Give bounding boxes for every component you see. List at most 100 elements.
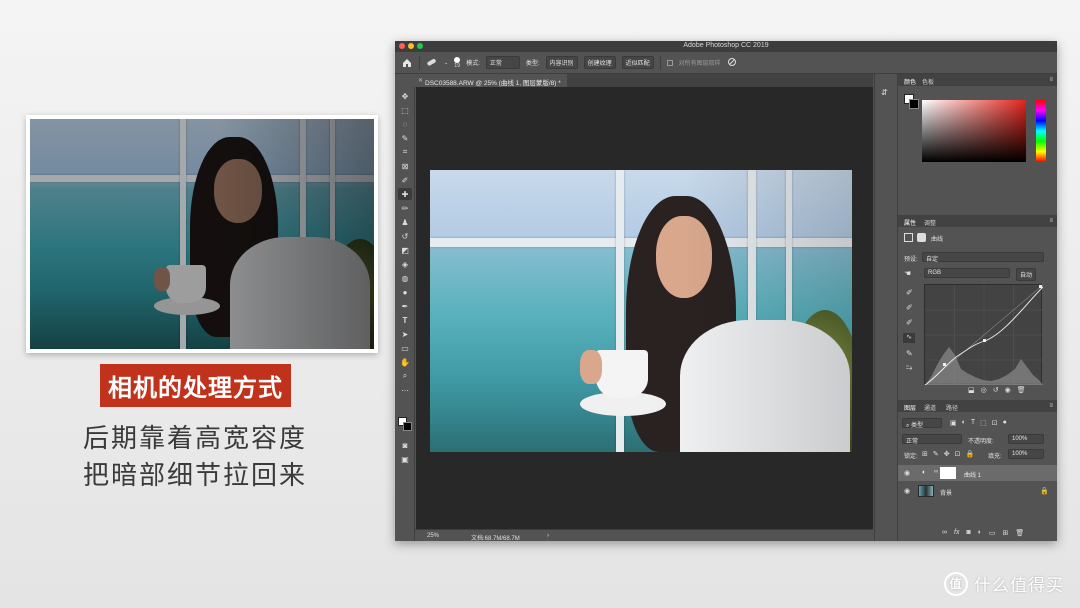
tab-layers[interactable]: 图层: [904, 403, 916, 412]
mode-select[interactable]: 正常: [485, 56, 520, 69]
filter-toggle-icon[interactable]: ●: [1003, 419, 1007, 427]
type-tool-icon[interactable]: T: [398, 314, 412, 326]
pressure-size-icon[interactable]: [727, 57, 737, 69]
panel-menu-icon[interactable]: ≡: [1049, 403, 1053, 409]
draw-curve-icon[interactable]: ✎: [906, 349, 913, 358]
delete-adjustment-icon[interactable]: 🗑: [1017, 386, 1026, 394]
zoom-level[interactable]: 25%: [427, 533, 439, 539]
filter-type-icon[interactable]: T: [971, 419, 975, 427]
healing-brush-tool-icon[interactable]: ✚: [398, 188, 412, 200]
edited-photo-canvas[interactable]: [430, 170, 852, 452]
pen-tool-icon[interactable]: ✒: [398, 300, 412, 312]
document-tab[interactable]: ✕ DSC03588.ARW @ 25% (曲线 1, 图层蒙版/8) *: [415, 74, 567, 87]
lock-artboard-icon[interactable]: ⊡: [955, 450, 961, 458]
tab-paths[interactable]: 路径: [946, 403, 958, 412]
tab-adjustments[interactable]: 调整: [924, 218, 936, 227]
layer-row[interactable]: ◉ ◐ ∞ 曲线 1: [898, 465, 1057, 481]
curves-graph[interactable]: [924, 284, 1044, 386]
proximity-match-button[interactable]: 近似匹配: [621, 56, 654, 69]
filter-shape-icon[interactable]: ⬚: [980, 419, 987, 427]
create-texture-button[interactable]: 创建纹理: [583, 56, 616, 69]
quick-selection-tool-icon[interactable]: ✎: [398, 132, 412, 144]
tab-swatches[interactable]: 色板: [922, 77, 934, 86]
lock-image-icon[interactable]: ✎: [933, 450, 939, 458]
fill-input[interactable]: 100%: [1008, 449, 1044, 459]
more-tools-icon[interactable]: ⋯: [398, 384, 412, 396]
frame-tool-icon[interactable]: ⊠: [398, 160, 412, 172]
mask-icon[interactable]: [917, 233, 926, 242]
hand-tool-icon[interactable]: ✋: [398, 356, 412, 368]
history-panel-icon[interactable]: ⇵: [881, 88, 888, 97]
move-tool-icon[interactable]: ✥: [398, 90, 412, 102]
auto-button[interactable]: 自动: [1016, 268, 1037, 281]
on-image-adjust-icon[interactable]: ☚: [904, 269, 911, 278]
dodge-tool-icon[interactable]: ●: [398, 286, 412, 298]
delete-layer-icon[interactable]: 🗑: [1015, 529, 1024, 537]
edit-points-icon[interactable]: ∿: [903, 333, 915, 343]
new-layer-icon[interactable]: ⊞: [1003, 529, 1009, 537]
rectangle-tool-icon[interactable]: ▭: [398, 342, 412, 354]
home-icon[interactable]: [401, 57, 413, 69]
visibility-icon[interactable]: ◉: [1005, 386, 1011, 394]
filter-adjustment-icon[interactable]: ◐: [962, 419, 966, 427]
eraser-tool-icon[interactable]: ◩: [398, 244, 412, 256]
preset-select[interactable]: 自定: [922, 252, 1044, 263]
tab-properties[interactable]: 属性: [904, 218, 916, 227]
panel-menu-icon[interactable]: ≡: [1049, 218, 1053, 224]
history-brush-tool-icon[interactable]: ↺: [398, 230, 412, 242]
sample-all-layers-checkbox[interactable]: [666, 59, 673, 66]
status-menu-arrow-icon[interactable]: ›: [547, 533, 549, 539]
filter-smart-object-icon[interactable]: ⊡: [992, 419, 998, 427]
lasso-tool-icon[interactable]: ◌: [398, 118, 412, 130]
close-tab-icon[interactable]: ✕: [418, 77, 423, 84]
canvas-area[interactable]: [416, 87, 873, 529]
view-previous-state-icon[interactable]: ◎: [981, 386, 987, 394]
eyedropper-tool-icon[interactable]: ✐: [398, 174, 412, 186]
channel-select[interactable]: RGB: [924, 268, 1010, 278]
color-picker-field[interactable]: [922, 100, 1026, 162]
content-aware-button[interactable]: 内容识别: [545, 56, 578, 69]
zoom-tool-icon[interactable]: ⌕: [398, 370, 412, 382]
marquee-tool-icon[interactable]: ⬚: [398, 104, 412, 116]
crop-tool-icon[interactable]: ⌗: [398, 146, 412, 158]
tab-color[interactable]: 颜色: [904, 77, 916, 86]
clip-to-layer-icon[interactable]: ⬓: [968, 386, 975, 394]
sample-gray-point-icon[interactable]: ✐: [906, 303, 913, 312]
new-adjustment-icon[interactable]: ◐: [978, 529, 982, 537]
brush-tool-icon[interactable]: ✏: [398, 202, 412, 214]
background-color-swatch[interactable]: [403, 422, 412, 431]
new-group-icon[interactable]: ▭: [989, 529, 996, 537]
sample-white-point-icon[interactable]: ✐: [906, 318, 913, 327]
screen-mode-icon[interactable]: ▣: [398, 453, 412, 465]
quick-mask-icon[interactable]: ◙: [398, 439, 412, 451]
paint-bucket-tool-icon[interactable]: ◈: [398, 258, 412, 270]
hue-slider[interactable]: [1036, 100, 1046, 162]
chain-link-icon[interactable]: ∞: [934, 469, 938, 475]
layer-filter-select[interactable]: ⌕ 类型: [902, 418, 942, 429]
spot-healing-brush-icon[interactable]: [426, 57, 438, 69]
bg-color-chip[interactable]: [909, 99, 919, 109]
add-mask-icon[interactable]: ◙: [966, 529, 970, 537]
reset-icon[interactable]: ↺: [993, 386, 999, 394]
eye-icon[interactable]: ◉: [904, 469, 910, 477]
lock-all-icon[interactable]: 🔒: [966, 450, 975, 458]
eye-icon[interactable]: ◉: [904, 487, 910, 495]
brush-preset-picker[interactable]: 19: [454, 56, 461, 69]
layer-mask-thumbnail[interactable]: [940, 467, 956, 479]
blend-mode-select[interactable]: 正常: [902, 434, 962, 445]
opacity-input[interactable]: 100%: [1008, 434, 1044, 444]
layer-row[interactable]: ◉ 背景 🔒: [898, 483, 1057, 499]
chevron-down-icon[interactable]: ⌄: [444, 60, 448, 66]
sample-black-point-icon[interactable]: ✐: [906, 288, 913, 297]
path-selection-tool-icon[interactable]: ➤: [398, 328, 412, 340]
lock-position-icon[interactable]: ✥: [944, 450, 950, 458]
smooth-curve-icon[interactable]: ⥲: [906, 363, 912, 373]
link-layers-icon[interactable]: ∞: [942, 529, 947, 537]
fx-icon[interactable]: fx: [954, 529, 959, 537]
blur-tool-icon[interactable]: ◍: [398, 272, 412, 284]
clone-stamp-tool-icon[interactable]: ♟: [398, 216, 412, 228]
panel-menu-icon[interactable]: ≡: [1049, 77, 1053, 83]
tab-channels[interactable]: 通道: [924, 403, 936, 412]
filter-pixel-icon[interactable]: ▣: [950, 419, 957, 427]
lock-transparent-icon[interactable]: ⊞: [922, 450, 928, 458]
